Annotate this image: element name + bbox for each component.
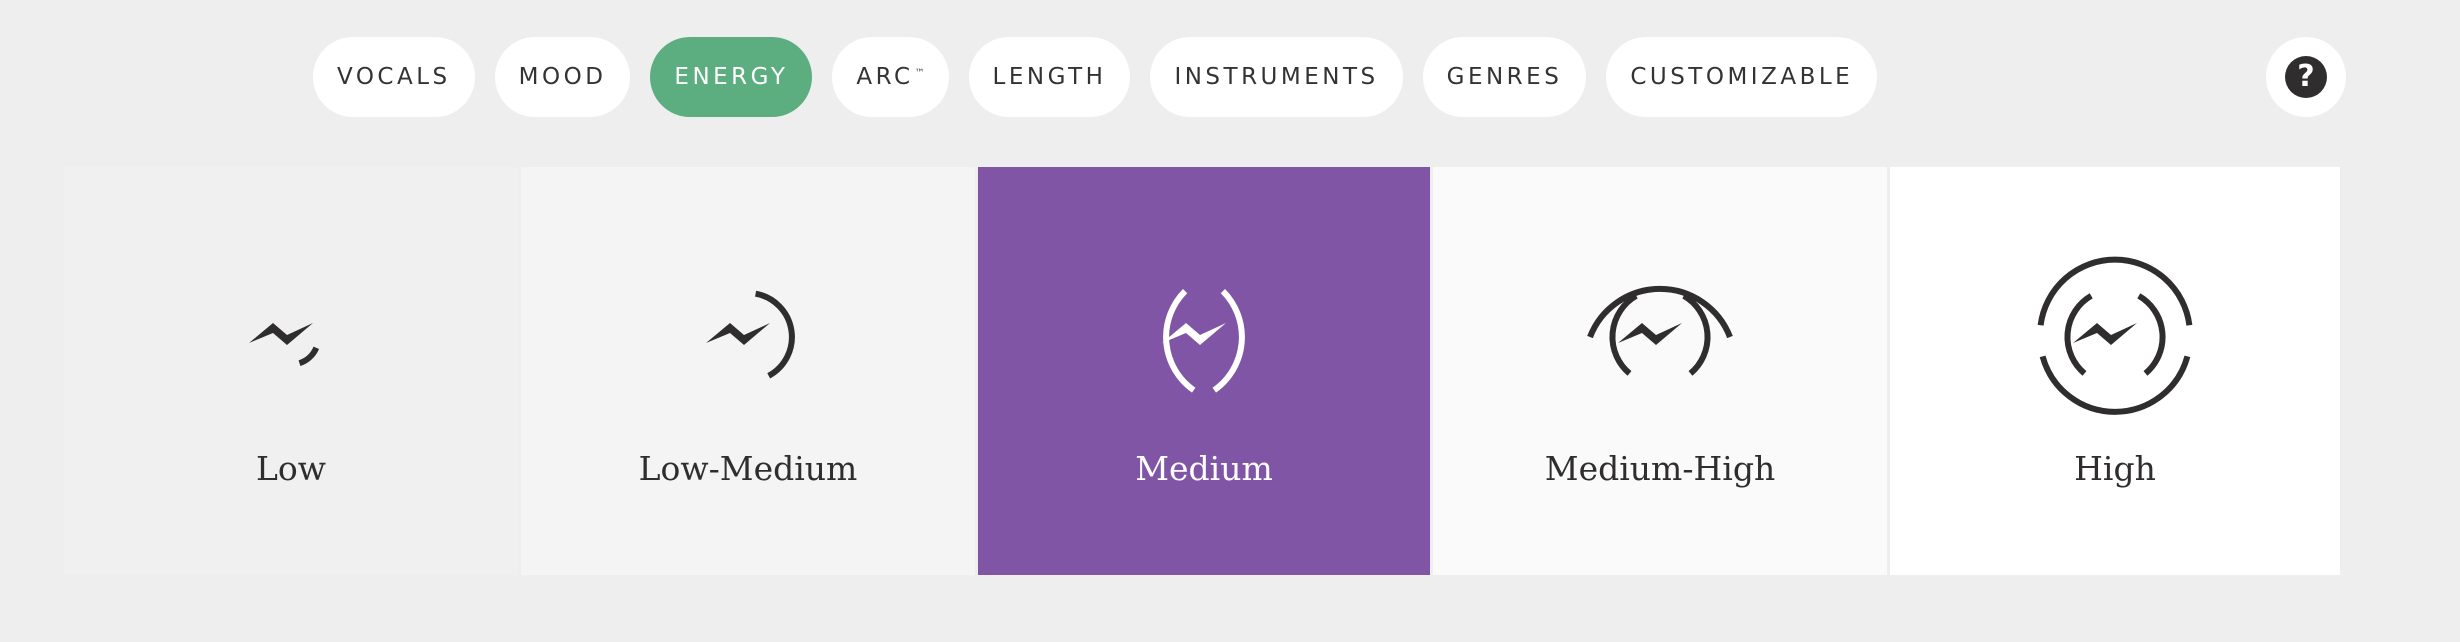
energy-medium-icon [1162, 288, 1245, 393]
tab-energy-label: ENERGY [674, 64, 789, 90]
tab-customizable[interactable]: CUSTOMIZABLE [1606, 37, 1878, 117]
tab-mood-label: MOOD [518, 64, 607, 90]
energy-medium-high-icon [1587, 285, 1733, 376]
energy-option-low-medium[interactable]: Low-Medium [521, 167, 975, 575]
energy-option-medium-high[interactable]: Medium-High [1433, 167, 1887, 575]
tab-length[interactable]: LENGTH [968, 37, 1131, 117]
energy-option-high[interactable]: High [1890, 167, 2340, 575]
filter-tabs: VOCALS MOOD ENERGY ARC ™ LENGTH INSTRUMEN… [313, 37, 1878, 117]
energy-low-icon [249, 323, 320, 367]
energy-low-label: Low [255, 449, 327, 488]
energy-medium-high-label: Medium-High [1544, 449, 1776, 488]
tab-arc-label: ARC [856, 64, 914, 90]
energy-options: Low Low-Medium Medium Medium-High High [64, 167, 2340, 575]
tab-arc[interactable]: ARC ™ [832, 37, 949, 117]
tab-length-label: LENGTH [992, 64, 1107, 90]
help-button[interactable]: ? [2266, 37, 2346, 117]
energy-option-low[interactable]: Low [64, 167, 518, 575]
energy-low-medium-label: Low-Medium [638, 449, 858, 488]
tab-energy[interactable]: ENERGY [650, 37, 813, 117]
tab-genres[interactable]: GENRES [1422, 37, 1587, 117]
energy-high-icon [2037, 256, 2193, 415]
tab-genres-label: GENRES [1446, 64, 1563, 90]
tab-instruments-label: INSTRUMENTS [1174, 64, 1379, 90]
tab-customizable-label: CUSTOMIZABLE [1630, 64, 1854, 90]
energy-low-medium-icon [706, 290, 795, 379]
tab-vocals[interactable]: VOCALS [313, 37, 475, 117]
energy-option-medium[interactable]: Medium [978, 167, 1430, 575]
question-circle-icon: ? [2285, 56, 2327, 98]
energy-medium-label: Medium [1135, 449, 1273, 488]
tab-instruments[interactable]: INSTRUMENTS [1150, 37, 1403, 117]
energy-high-label: High [2074, 449, 2156, 488]
trademark-mark: ™ [914, 67, 925, 79]
tab-mood[interactable]: MOOD [494, 37, 631, 117]
tab-vocals-label: VOCALS [337, 64, 451, 90]
